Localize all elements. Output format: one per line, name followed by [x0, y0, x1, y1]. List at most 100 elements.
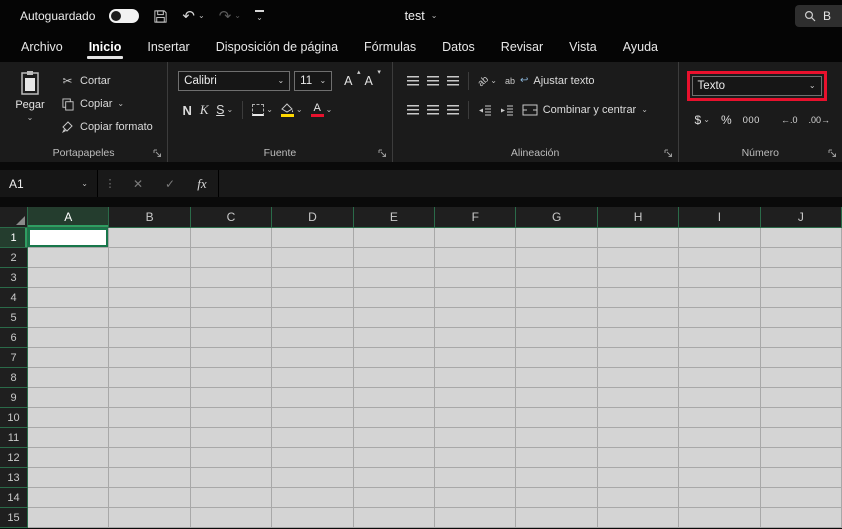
- cell-F6[interactable]: [435, 328, 517, 348]
- row-header-13[interactable]: 13: [0, 468, 28, 488]
- cell-B5[interactable]: [109, 308, 191, 328]
- tab-revisar[interactable]: Revisar: [488, 32, 556, 62]
- number-format-combobox[interactable]: Texto ⌄: [691, 76, 822, 96]
- cell-C5[interactable]: [190, 308, 273, 328]
- row-header-9[interactable]: 9: [0, 388, 28, 408]
- cell-C15[interactable]: [190, 508, 273, 528]
- row-header-10[interactable]: 10: [0, 408, 28, 428]
- row-header-15[interactable]: 15: [0, 508, 28, 528]
- cell-B8[interactable]: [109, 368, 191, 388]
- cell-A11[interactable]: [28, 428, 110, 448]
- row-header-14[interactable]: 14: [0, 488, 28, 508]
- cell-J5[interactable]: [760, 308, 842, 328]
- column-header-J[interactable]: J: [760, 207, 842, 228]
- cell-E4[interactable]: [353, 288, 436, 308]
- column-header-G[interactable]: G: [516, 207, 598, 228]
- dialog-launcher-icon[interactable]: [664, 149, 673, 158]
- cell-D5[interactable]: [272, 308, 354, 328]
- save-button[interactable]: [153, 9, 168, 24]
- column-header-D[interactable]: D: [272, 207, 354, 228]
- cell-F7[interactable]: [435, 348, 517, 368]
- tab-archivo[interactable]: Archivo: [8, 32, 76, 62]
- cell-E3[interactable]: [353, 268, 436, 288]
- row-header-5[interactable]: 5: [0, 308, 28, 328]
- cell-F10[interactable]: [435, 408, 517, 428]
- cell-J8[interactable]: [760, 368, 842, 388]
- percent-style-button[interactable]: %: [717, 109, 736, 131]
- formula-bar-resize-handle[interactable]: ⋮: [98, 170, 122, 197]
- cell-G5[interactable]: [516, 308, 598, 328]
- cell-H3[interactable]: [597, 268, 680, 288]
- cell-H10[interactable]: [597, 408, 680, 428]
- search-box[interactable]: B: [795, 5, 842, 27]
- row-header-12[interactable]: 12: [0, 448, 28, 468]
- cell-J13[interactable]: [760, 468, 842, 488]
- cell-C7[interactable]: [190, 348, 273, 368]
- cell-E15[interactable]: [353, 508, 436, 528]
- cell-J15[interactable]: [760, 508, 842, 528]
- select-all-corner[interactable]: [0, 207, 28, 228]
- decrease-font-size-button[interactable]: A ▾: [361, 69, 381, 92]
- cell-I12[interactable]: [679, 448, 761, 468]
- cell-J3[interactable]: [760, 268, 842, 288]
- cell-B3[interactable]: [109, 268, 191, 288]
- cell-D14[interactable]: [272, 488, 354, 508]
- align-middle-button[interactable]: [423, 70, 443, 92]
- align-left-button[interactable]: [403, 99, 423, 121]
- cell-J11[interactable]: [760, 428, 842, 448]
- cell-A5[interactable]: [28, 308, 110, 328]
- increase-decimal-button[interactable]: ←.0: [777, 109, 802, 131]
- merge-and-center-button[interactable]: Combinar y centrar ⌄: [518, 99, 652, 121]
- cell-G12[interactable]: [516, 448, 598, 468]
- column-header-F[interactable]: F: [435, 207, 517, 228]
- cell-J9[interactable]: [760, 388, 842, 408]
- cell-J14[interactable]: [760, 488, 842, 508]
- row-header-3[interactable]: 3: [0, 268, 28, 288]
- cell-C11[interactable]: [190, 428, 273, 448]
- cell-D9[interactable]: [272, 388, 354, 408]
- cell-J6[interactable]: [760, 328, 842, 348]
- cell-I1[interactable]: [679, 228, 761, 248]
- formula-input[interactable]: [218, 170, 842, 197]
- cell-E2[interactable]: [353, 248, 436, 268]
- cell-H1[interactable]: [597, 228, 680, 248]
- cell-C12[interactable]: [190, 448, 273, 468]
- cell-B10[interactable]: [109, 408, 191, 428]
- tab-inicio[interactable]: Inicio: [76, 32, 135, 62]
- cell-D15[interactable]: [272, 508, 354, 528]
- tab-ayuda[interactable]: Ayuda: [610, 32, 671, 62]
- accounting-format-button[interactable]: $ ⌄: [691, 109, 714, 131]
- cell-C3[interactable]: [190, 268, 273, 288]
- cell-I10[interactable]: [679, 408, 761, 428]
- cell-A15[interactable]: [28, 508, 110, 528]
- cell-F11[interactable]: [435, 428, 517, 448]
- cell-G2[interactable]: [516, 248, 598, 268]
- cell-G14[interactable]: [516, 488, 598, 508]
- cell-J2[interactable]: [760, 248, 842, 268]
- cell-E11[interactable]: [353, 428, 436, 448]
- row-header-2[interactable]: 2: [0, 248, 28, 268]
- cell-F4[interactable]: [435, 288, 517, 308]
- cell-D12[interactable]: [272, 448, 354, 468]
- cell-C13[interactable]: [190, 468, 273, 488]
- cell-H12[interactable]: [597, 448, 680, 468]
- cell-H9[interactable]: [597, 388, 680, 408]
- cell-H5[interactable]: [597, 308, 680, 328]
- cell-J12[interactable]: [760, 448, 842, 468]
- cell-G8[interactable]: [516, 368, 598, 388]
- cell-E9[interactable]: [353, 388, 436, 408]
- cell-E6[interactable]: [353, 328, 436, 348]
- cell-E1[interactable]: [353, 228, 436, 248]
- cell-I7[interactable]: [679, 348, 761, 368]
- cell-J1[interactable]: [760, 228, 842, 248]
- row-header-1[interactable]: 1: [0, 228, 28, 248]
- cell-E10[interactable]: [353, 408, 436, 428]
- document-title[interactable]: test ⌄: [405, 0, 438, 32]
- bold-button[interactable]: N: [178, 99, 196, 121]
- cell-F15[interactable]: [435, 508, 517, 528]
- undo-button[interactable]: ↶ ⌄: [182, 9, 204, 24]
- cell-A2[interactable]: [28, 248, 110, 268]
- cell-I4[interactable]: [679, 288, 761, 308]
- column-header-E[interactable]: E: [353, 207, 436, 228]
- cell-B7[interactable]: [109, 348, 191, 368]
